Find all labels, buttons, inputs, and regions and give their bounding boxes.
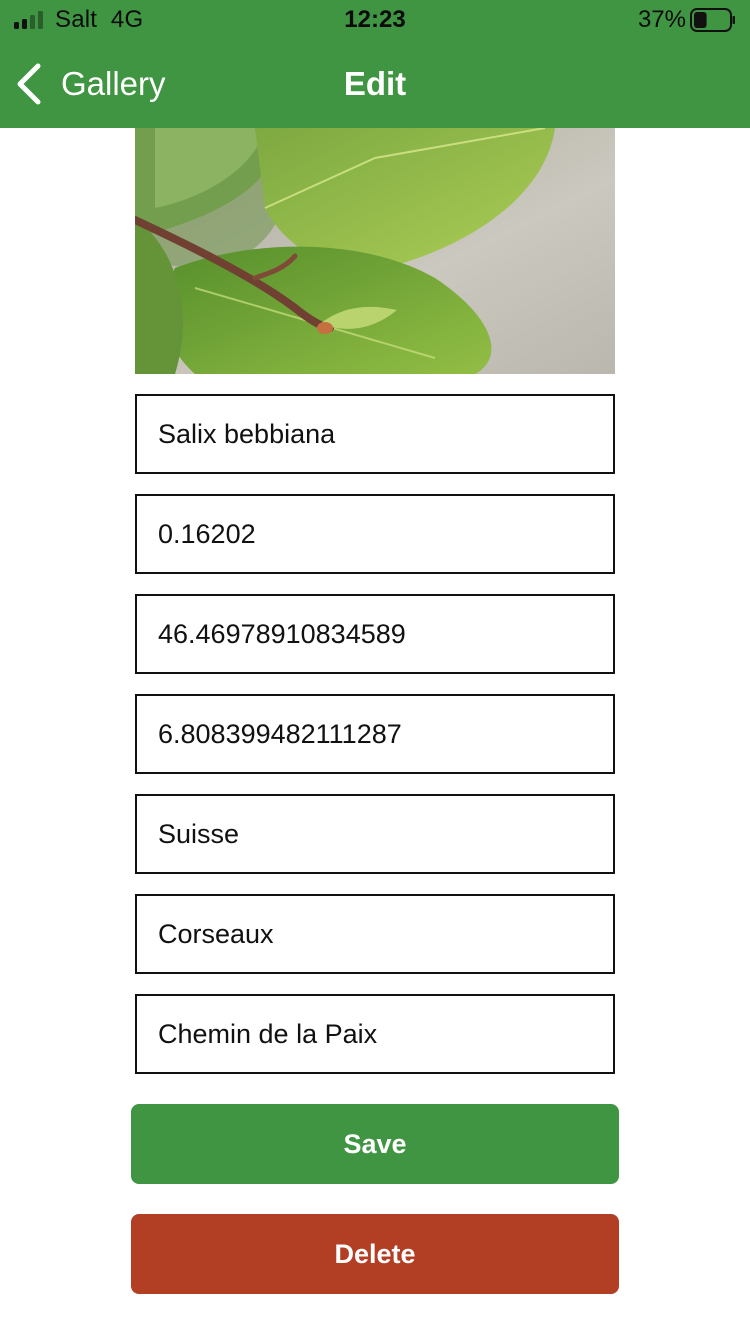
page-title: Edit <box>343 65 407 102</box>
battery-icon <box>690 8 735 32</box>
plant-photo <box>135 128 615 374</box>
navigation-bar: Gallery Edit <box>0 40 750 128</box>
delete-button[interactable]: Delete <box>131 1214 619 1294</box>
country-field[interactable] <box>135 794 615 874</box>
battery-percent: 37% <box>637 6 686 33</box>
status-bar: Salt 4G 12:23 37% <box>0 0 750 40</box>
longitude-field[interactable] <box>135 694 615 774</box>
confidence-score-field[interactable] <box>135 494 615 574</box>
city-field[interactable] <box>135 894 615 974</box>
species-name-field[interactable] <box>135 394 615 474</box>
save-button[interactable]: Save <box>131 1104 619 1184</box>
street-field[interactable] <box>135 994 615 1074</box>
latitude-field[interactable] <box>135 594 615 674</box>
